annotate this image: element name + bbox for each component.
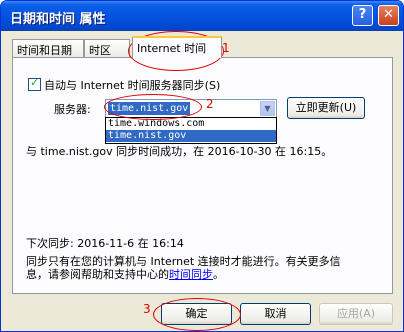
chevron-down-icon[interactable]: ▼ bbox=[260, 101, 275, 116]
close-button[interactable]: ✕ bbox=[378, 5, 399, 26]
tab-timezone[interactable]: 时区 bbox=[84, 39, 130, 57]
info-text-prefix: 息，请参阅帮助和支持中心的 bbox=[26, 268, 169, 281]
auto-sync-label[interactable]: 自动与 Internet 时间服务器同步(S) bbox=[44, 77, 220, 93]
auto-sync-checkbox[interactable] bbox=[28, 76, 41, 91]
annotation-number-1: 1 bbox=[222, 41, 230, 55]
tab-date-time[interactable]: 时间和日期 bbox=[12, 39, 84, 57]
cancel-button[interactable]: 取消 bbox=[240, 303, 311, 325]
window-title: 日期和时间 属性 bbox=[10, 12, 106, 27]
server-label: 服务器: bbox=[54, 103, 91, 116]
server-option-windows[interactable]: time.windows.com bbox=[106, 118, 276, 130]
sync-status-text: 与 time.nist.gov 同步时间成功，在 2016-10-30 在 16… bbox=[26, 145, 333, 158]
help-icon: ? bbox=[358, 7, 367, 22]
internet-time-panel: 自动与 Internet 时间服务器同步(S) 服务器: time.nist.g… bbox=[12, 57, 393, 294]
annotation-circle-3 bbox=[153, 298, 241, 331]
next-sync-text: 下次同步: 2016-11-6 在 16:14 bbox=[26, 237, 184, 250]
server-dropdown-list: time.windows.com time.nist.gov bbox=[105, 117, 277, 144]
update-now-button[interactable]: 立即更新(U) bbox=[287, 97, 365, 119]
close-icon: ✕ bbox=[383, 7, 394, 22]
annotation-circle-2 bbox=[104, 94, 202, 120]
help-button[interactable]: ? bbox=[352, 5, 373, 26]
info-text-line2: 息，请参阅帮助和支持中心的时间同步。 bbox=[26, 266, 224, 282]
time-sync-link[interactable]: 时间同步 bbox=[169, 268, 213, 281]
dialog-window: 日期和时间 属性 ? ✕ 时间和日期 时区 Internet 时间 自动与 In… bbox=[0, 0, 404, 332]
title-bar[interactable]: 日期和时间 属性 ? ✕ bbox=[1, 1, 403, 31]
apply-button[interactable]: 应用(A) bbox=[319, 303, 393, 325]
info-text-suffix: 。 bbox=[213, 268, 224, 281]
annotation-number-3: 3 bbox=[143, 302, 151, 316]
annotation-number-2: 2 bbox=[206, 97, 214, 111]
server-option-nist[interactable]: time.nist.gov bbox=[106, 130, 276, 142]
tab-internet-time[interactable]: Internet 时间 bbox=[132, 36, 222, 58]
